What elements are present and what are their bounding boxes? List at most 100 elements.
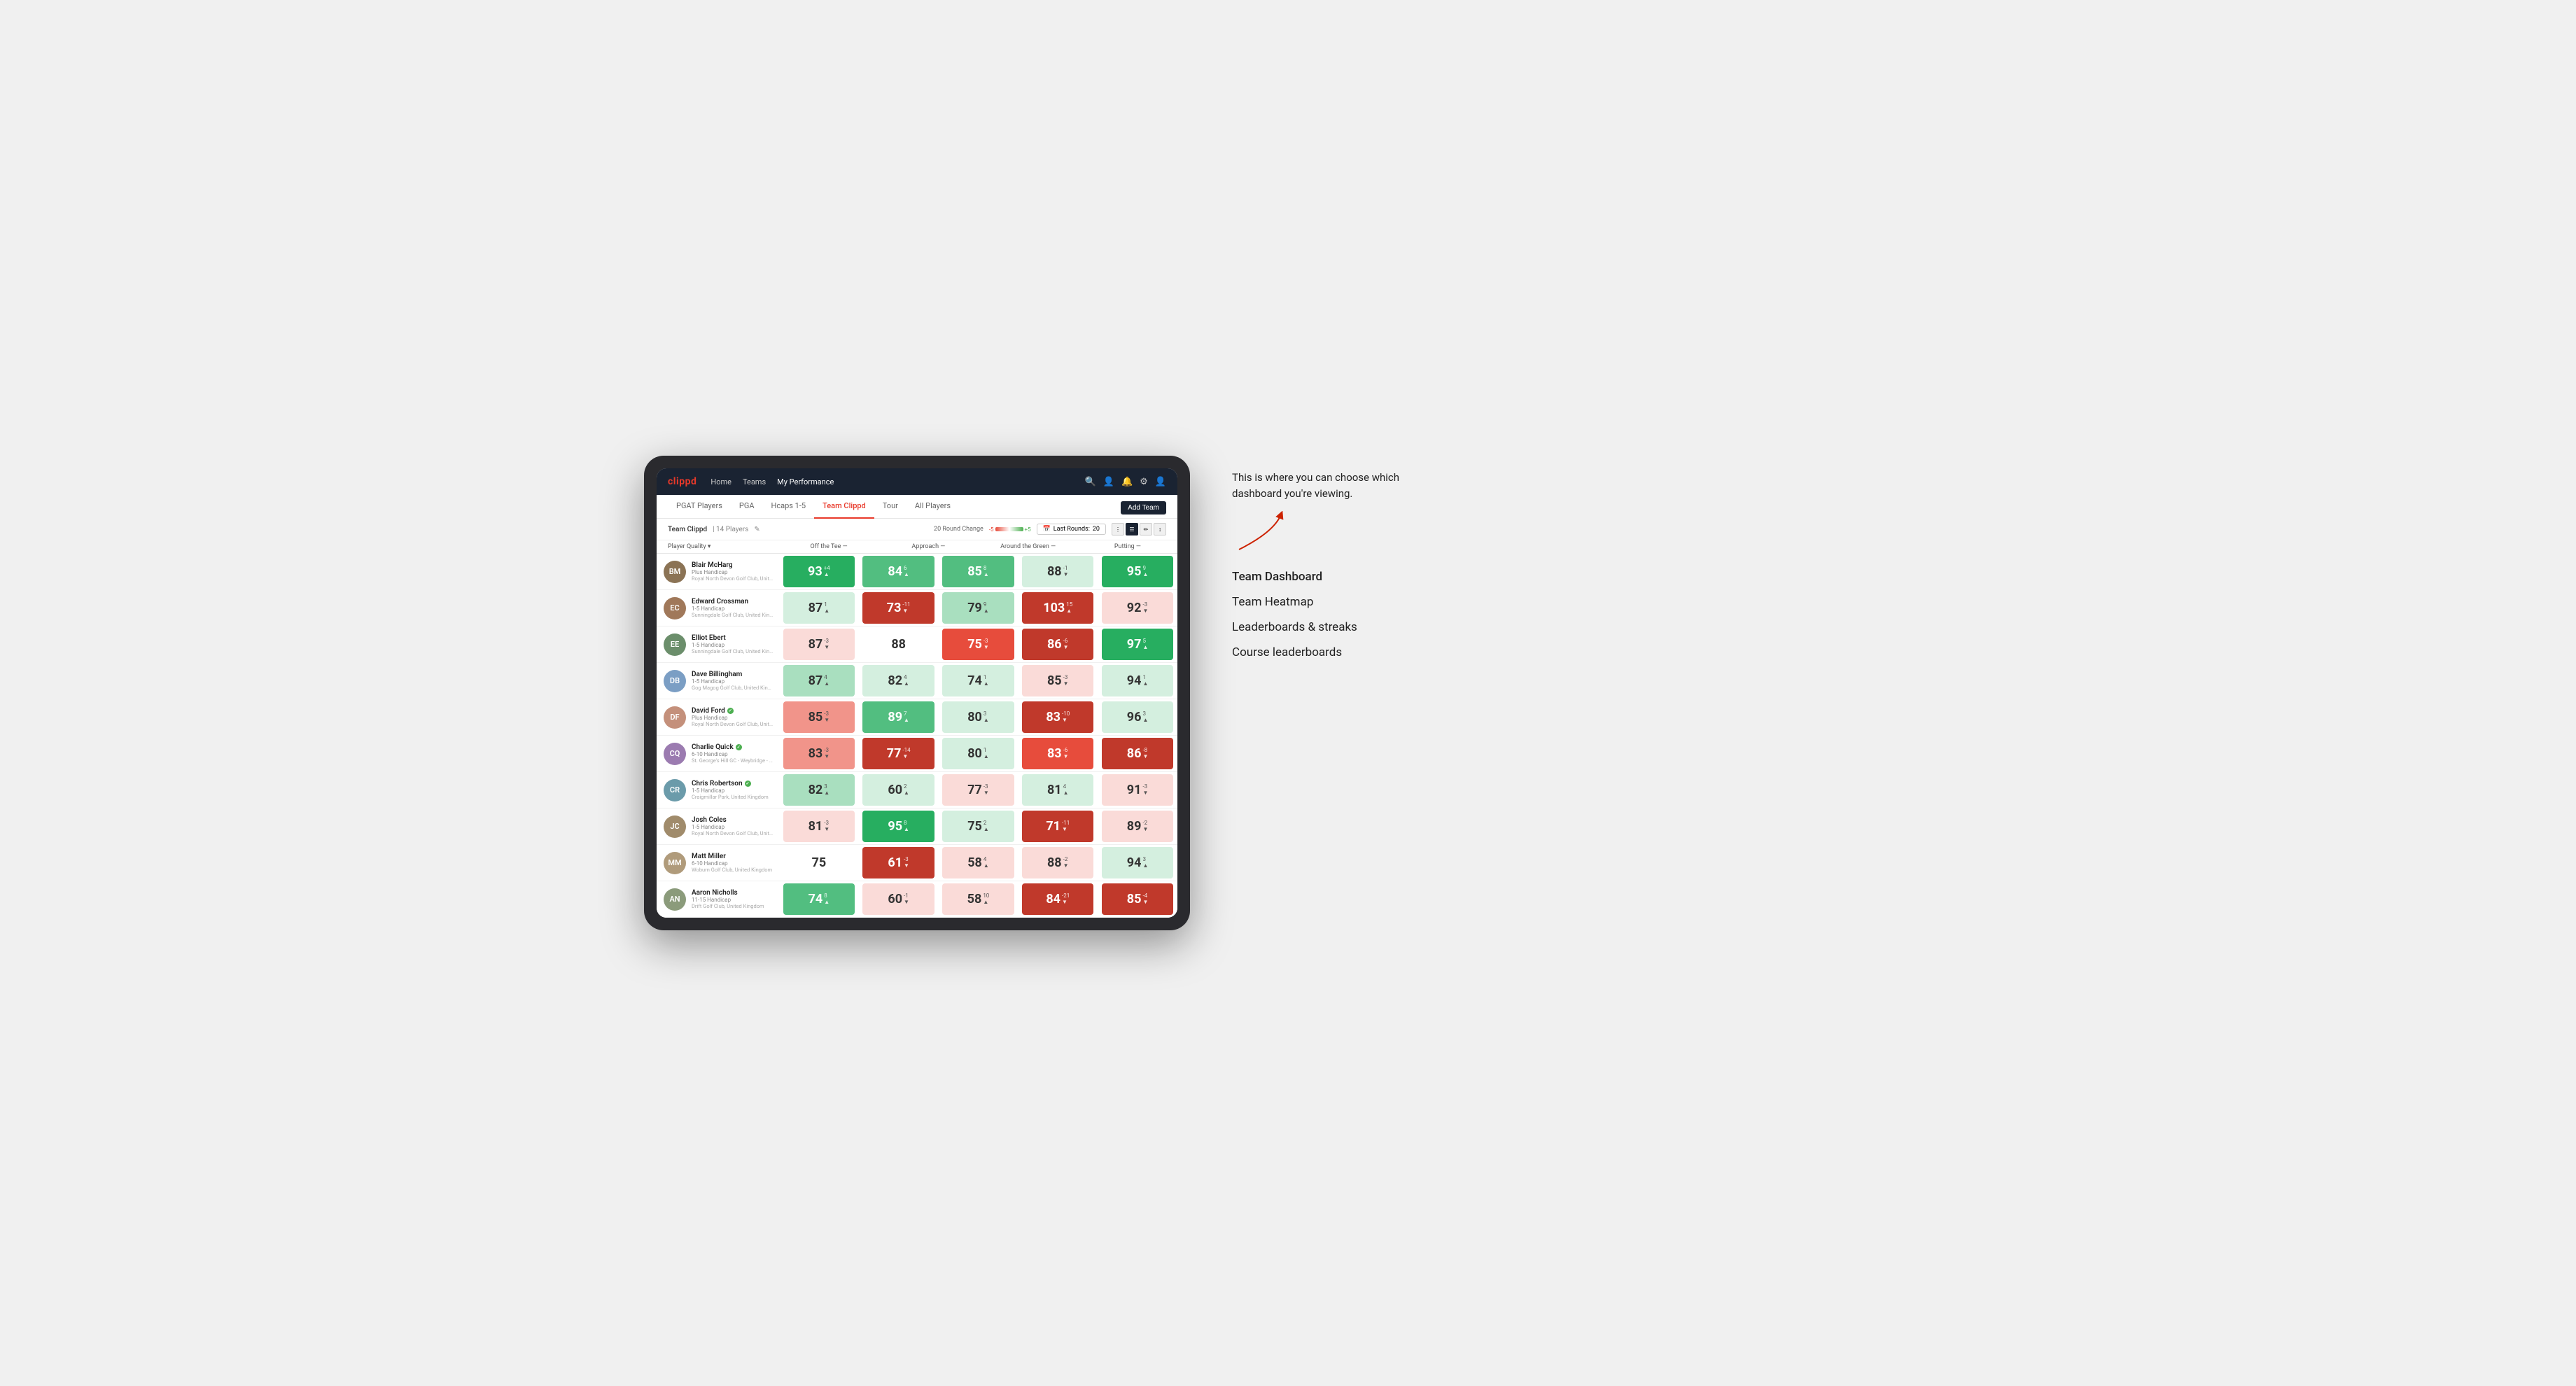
score-inner[interactable]: 89-2▼: [1102, 811, 1173, 842]
tab-pga[interactable]: PGA: [731, 495, 763, 519]
nav-link-my-performance[interactable]: My Performance: [777, 477, 834, 486]
score-inner[interactable]: 81-3▼: [783, 811, 855, 842]
score-inner[interactable]: 748▲: [783, 883, 855, 915]
score-inner[interactable]: 88: [862, 629, 934, 660]
player-info[interactable]: MMMatt Miller6-10 HandicapWoburn Golf Cl…: [657, 845, 779, 881]
menu-item-leaderboards[interactable]: Leaderboards & streaks: [1232, 615, 1442, 640]
edit-icon[interactable]: ✎: [754, 526, 760, 533]
menu-item-team-dashboard[interactable]: Team Dashboard: [1232, 564, 1442, 589]
tab-all-players[interactable]: All Players: [906, 495, 959, 519]
col-header-off-tee[interactable]: Off the Tee —: [779, 543, 878, 550]
last-rounds-label: Last Rounds:: [1054, 526, 1090, 533]
menu-item-course-leaderboards[interactable]: Course leaderboards: [1232, 640, 1442, 665]
score-inner[interactable]: 88-1▼: [1022, 556, 1093, 587]
score-inner[interactable]: 943▲: [1102, 847, 1173, 878]
sort-button[interactable]: ↕: [1154, 523, 1166, 536]
score-inner[interactable]: 73-11▼: [862, 592, 934, 624]
score-inner[interactable]: 5810▲: [942, 883, 1014, 915]
add-team-button[interactable]: Add Team: [1121, 501, 1166, 514]
player-info[interactable]: JCJosh Coles1-5 HandicapRoyal North Devo…: [657, 808, 779, 844]
tab-tour[interactable]: Tour: [874, 495, 906, 519]
score-inner[interactable]: 61-3▼: [862, 847, 934, 878]
score-value: 58: [967, 855, 982, 870]
score-cell: 874▲: [779, 663, 859, 699]
player-info[interactable]: ANAaron Nicholls11-15 HandicapDrift Golf…: [657, 881, 779, 917]
search-icon[interactable]: 🔍: [1085, 477, 1096, 487]
list-view-button[interactable]: ✏: [1140, 523, 1152, 536]
score-inner[interactable]: 86-6▼: [1022, 629, 1093, 660]
score-inner[interactable]: 77-14▼: [862, 738, 934, 769]
avatar: AN: [664, 888, 686, 911]
score-cell: 73-11▼: [859, 590, 939, 626]
score-inner[interactable]: 975▲: [1102, 629, 1173, 660]
tab-hcaps[interactable]: Hcaps 1-5: [763, 495, 815, 519]
player-info[interactable]: CRChris Robertson✓1-5 HandicapCraigmilla…: [657, 772, 779, 808]
score-inner[interactable]: 741▲: [942, 665, 1014, 696]
score-inner[interactable]: 77-3▼: [942, 774, 1014, 806]
score-inner[interactable]: 799▲: [942, 592, 1014, 624]
score-inner[interactable]: 941▲: [1102, 665, 1173, 696]
col-header-putting[interactable]: Putting —: [1078, 543, 1177, 550]
player-info[interactable]: EEElliot Ebert1-5 HandicapSunningdale Go…: [657, 626, 779, 662]
score-inner[interactable]: 75: [783, 847, 855, 878]
score-inner[interactable]: 84-21▼: [1022, 883, 1093, 915]
score-inner[interactable]: 85-3▼: [783, 701, 855, 733]
score-inner[interactable]: 803▲: [942, 701, 1014, 733]
score-inner[interactable]: 602▲: [862, 774, 934, 806]
score-inner[interactable]: 824▲: [862, 665, 934, 696]
menu-item-team-heatmap[interactable]: Team Heatmap: [1232, 589, 1442, 615]
player-details: Edward Crossman1-5 HandicapSunningdale G…: [692, 598, 774, 618]
heatmap-view-button[interactable]: ☰: [1126, 523, 1138, 536]
score-inner[interactable]: 897▲: [862, 701, 934, 733]
score-inner[interactable]: 71-11▼: [1022, 811, 1093, 842]
grid-view-button[interactable]: ⋮: [1112, 523, 1124, 536]
score-inner[interactable]: 584▲: [942, 847, 1014, 878]
score-inner[interactable]: 85-4▼: [1102, 883, 1173, 915]
score-inner[interactable]: 60-1▼: [862, 883, 934, 915]
score-change: -11▼: [902, 602, 910, 615]
nav-link-home[interactable]: Home: [710, 477, 732, 486]
score-inner[interactable]: 823▲: [783, 774, 855, 806]
player-info[interactable]: BMBlair McHargPlus HandicapRoyal North D…: [657, 554, 779, 589]
nav-link-teams[interactable]: Teams: [743, 477, 766, 486]
player-info[interactable]: DBDave Billingham1-5 HandicapGog Magog G…: [657, 663, 779, 699]
score-inner[interactable]: 963▲: [1102, 701, 1173, 733]
score-inner[interactable]: 83-10▼: [1022, 701, 1093, 733]
score-inner[interactable]: 85-3▼: [1022, 665, 1093, 696]
score-inner[interactable]: 86-8▼: [1102, 738, 1173, 769]
last-rounds-button[interactable]: 📅 Last Rounds: 20: [1037, 524, 1106, 535]
score-inner[interactable]: 88-2▼: [1022, 847, 1093, 878]
avatar: EC: [664, 597, 686, 620]
score-inner[interactable]: 83-6▼: [1022, 738, 1093, 769]
score-inner[interactable]: 752▲: [942, 811, 1014, 842]
player-info[interactable]: CQCharlie Quick✓6-10 HandicapSt. George'…: [657, 736, 779, 771]
player-info[interactable]: DFDavid Ford✓Plus HandicapRoyal North De…: [657, 699, 779, 735]
user-avatar-icon[interactable]: 👤: [1155, 477, 1166, 487]
score-inner[interactable]: 858▲: [942, 556, 1014, 587]
bell-icon[interactable]: 🔔: [1121, 477, 1133, 487]
score-inner[interactable]: 871▲: [783, 592, 855, 624]
col-header-player[interactable]: Player Quality ▾: [657, 543, 779, 550]
score-inner[interactable]: 91-3▼: [1102, 774, 1173, 806]
tab-team-clippd[interactable]: Team Clippd: [814, 495, 874, 519]
score-inner[interactable]: 10315▲: [1022, 592, 1093, 624]
col-header-around-green[interactable]: Around the Green —: [979, 543, 1078, 550]
score-inner[interactable]: 83-3▼: [783, 738, 855, 769]
score-change: 3▲: [1142, 711, 1148, 724]
score-inner[interactable]: 801▲: [942, 738, 1014, 769]
player-info[interactable]: EC Edward Crossman1-5 HandicapSunningdale…: [657, 590, 779, 626]
score-inner[interactable]: 93+4▲: [783, 556, 855, 587]
score-inner[interactable]: 92-3▼: [1102, 592, 1173, 624]
score-inner[interactable]: 75-3▼: [942, 629, 1014, 660]
verified-icon: ✓: [727, 708, 734, 714]
score-inner[interactable]: 958▲: [862, 811, 934, 842]
profile-icon[interactable]: 👤: [1103, 477, 1114, 487]
score-inner[interactable]: 874▲: [783, 665, 855, 696]
score-inner[interactable]: 814▲: [1022, 774, 1093, 806]
score-inner[interactable]: 846▲: [862, 556, 934, 587]
col-header-approach[interactable]: Approach —: [878, 543, 978, 550]
settings-icon[interactable]: ⚙: [1140, 477, 1148, 487]
tab-pgat-players[interactable]: PGAT Players: [668, 495, 731, 519]
score-inner[interactable]: 87-3▼: [783, 629, 855, 660]
score-inner[interactable]: 959▲: [1102, 556, 1173, 587]
